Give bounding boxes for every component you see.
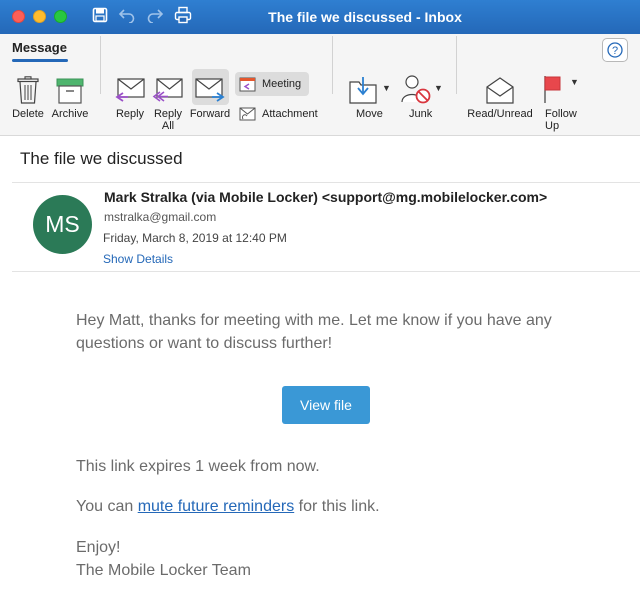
mute-text-prefix: You can <box>76 498 138 515</box>
junk-icon <box>401 75 431 104</box>
delete-label: Delete <box>12 108 44 120</box>
move-label: Move <box>356 108 383 120</box>
ribbon-separator <box>100 36 101 94</box>
title-bar: The file we discussed - Inbox <box>0 0 640 34</box>
chevron-down-icon: ▼ <box>570 77 579 87</box>
attachment-icon <box>239 107 256 121</box>
reply-button[interactable]: Reply <box>110 70 150 120</box>
junk-label: Junk <box>409 108 433 120</box>
attachment-label: Attachment <box>262 108 318 120</box>
save-icon[interactable] <box>92 7 108 23</box>
archive-icon <box>56 78 84 104</box>
attachment-button[interactable]: Attachment <box>239 107 318 121</box>
meeting-button[interactable]: Meeting <box>239 76 301 92</box>
archive-label: Archive <box>51 108 89 120</box>
read-unread-button[interactable]: Read/Unread <box>466 70 534 120</box>
header-divider <box>12 182 640 183</box>
redo-icon[interactable] <box>146 7 164 23</box>
flag-icon <box>544 76 561 103</box>
follow-up-label: Follow Up <box>545 108 577 132</box>
body-paragraph: Hey Matt, thanks for meeting with me. Le… <box>76 312 552 352</box>
move-to-folder-icon <box>349 77 377 104</box>
chevron-down-icon: ▼ <box>434 83 443 93</box>
junk-button[interactable]: ▼ Junk <box>400 70 448 120</box>
message-subject: The file we discussed <box>20 149 183 168</box>
tab-active-indicator <box>12 59 68 62</box>
show-details-link[interactable]: Show Details <box>103 252 173 266</box>
sender-name: Mark Stralka (via Mobile Locker) <suppor… <box>104 189 548 205</box>
svg-text:?: ? <box>612 45 618 57</box>
reply-icon <box>115 78 145 102</box>
chevron-down-icon: ▼ <box>382 83 391 93</box>
trash-icon <box>17 76 39 104</box>
print-icon[interactable] <box>174 6 192 24</box>
help-button[interactable]: ? <box>602 38 628 62</box>
archive-button[interactable]: Archive <box>50 70 90 120</box>
closing-text: Enjoy! <box>76 539 121 556</box>
follow-up-button[interactable]: ▼ Follow Up <box>540 70 586 132</box>
meeting-label: Meeting <box>262 78 302 90</box>
message-date: Friday, March 8, 2019 at 12:40 PM <box>103 231 287 245</box>
mute-reminders-link[interactable]: mute future reminders <box>138 498 295 515</box>
reply-label: Reply <box>115 108 145 120</box>
sender-email: mstralka@gmail.com <box>104 210 217 224</box>
avatar: MS <box>33 195 92 254</box>
body-paragraph: You can mute future reminders for this l… <box>76 495 380 518</box>
undo-icon[interactable] <box>118 7 136 23</box>
signature-text: The Mobile Locker Team <box>76 562 251 579</box>
reply-all-icon <box>152 78 183 102</box>
reply-all-label: Reply All <box>153 108 183 132</box>
body-paragraph: This link expires 1 week from now. <box>76 458 320 475</box>
quick-access-toolbar <box>92 6 192 24</box>
help-icon: ? <box>607 42 623 58</box>
open-envelope-icon <box>486 77 514 104</box>
ribbon-separator <box>332 36 333 94</box>
delete-button[interactable]: Delete <box>10 70 46 120</box>
read-unread-label: Read/Unread <box>467 108 533 120</box>
forward-icon <box>195 78 225 102</box>
reply-all-button[interactable]: Reply All <box>150 70 186 132</box>
ribbon-separator <box>456 36 457 94</box>
forward-label: Forward <box>189 108 231 120</box>
move-button[interactable]: ▼ Move <box>348 70 394 120</box>
header-divider <box>12 271 640 272</box>
tab-message[interactable]: Message <box>12 40 67 55</box>
mute-text-suffix: for this link. <box>294 498 380 515</box>
calendar-reply-icon <box>239 77 256 92</box>
forward-button[interactable]: Forward <box>188 70 232 120</box>
view-file-button[interactable]: View file <box>282 386 370 424</box>
